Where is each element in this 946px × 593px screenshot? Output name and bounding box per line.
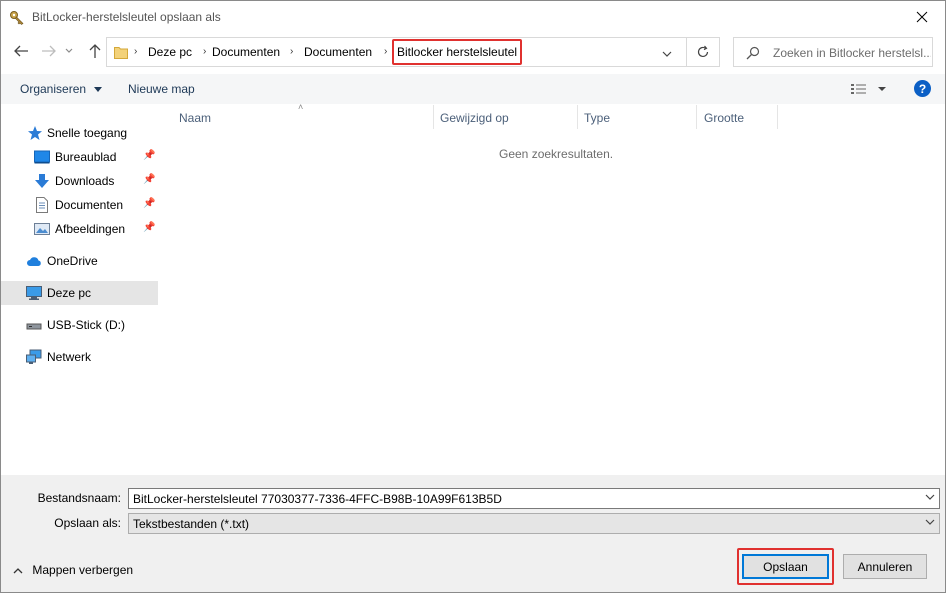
close-button[interactable] <box>899 1 945 32</box>
column-header-size[interactable]: Grootte <box>704 111 744 125</box>
organize-menu[interactable]: Organiseren <box>20 82 103 96</box>
save-button[interactable]: Opslaan <box>742 554 829 579</box>
close-icon <box>916 11 928 22</box>
arrow-up-icon <box>89 44 101 58</box>
sidebar-item-pictures[interactable]: Afbeeldingen 📌 <box>1 217 158 241</box>
computer-icon <box>26 286 42 300</box>
usb-drive-icon <box>26 323 42 330</box>
column-divider[interactable] <box>777 105 778 129</box>
breadcrumb-highlight-box <box>392 39 522 65</box>
sidebar-item-label: Bureaublad <box>55 150 117 164</box>
change-view-button[interactable] <box>850 82 890 99</box>
empty-results-message: Geen zoekresultaten. <box>499 147 614 161</box>
pin-icon: 📌 <box>143 174 156 185</box>
sidebar-item-label: Netwerk <box>47 350 92 364</box>
filename-label: Bestandsnaam: <box>37 491 121 505</box>
arrow-left-icon <box>14 45 28 57</box>
column-divider[interactable] <box>577 105 578 129</box>
sidebar-item-label: Documenten <box>55 198 124 212</box>
chevron-up-icon <box>13 568 23 574</box>
download-arrow-icon <box>35 174 49 188</box>
network-icon <box>26 349 42 364</box>
command-bar: Organiseren Nieuwe map ? <box>1 74 945 104</box>
refresh-button[interactable] <box>687 37 720 67</box>
save-as-type-select[interactable]: Tekstbestanden (*.txt) <box>128 513 940 534</box>
sidebar-item-documents[interactable]: Documenten 📌 <box>1 193 158 217</box>
column-header-modified[interactable]: Gewijzigd op <box>440 111 509 125</box>
column-header-name[interactable]: Naam <box>179 111 211 125</box>
chevron-down-icon[interactable] <box>925 494 935 501</box>
chevron-down-icon <box>662 51 672 57</box>
breadcrumb-separator: › <box>203 46 207 57</box>
save-options-panel: Bestandsnaam: BitLocker-herstelsleutel 7… <box>1 475 945 592</box>
sidebar-item-network[interactable]: Netwerk <box>1 345 158 369</box>
bitlocker-key-icon <box>10 11 24 25</box>
file-list: ˄ Naam Gewijzigd op Type Grootte Geen zo… <box>161 102 945 475</box>
sidebar-item-usb-stick[interactable]: USB-Stick (D:) <box>1 313 158 337</box>
forward-button[interactable] <box>39 41 59 61</box>
sort-ascending-icon: ˄ <box>298 102 304 112</box>
sidebar-item-label: Afbeeldingen <box>55 222 126 236</box>
navigation-pane: Snelle toegang Bureaublad 📌 Downloads 📌 … <box>1 105 161 475</box>
sidebar-item-this-pc[interactable]: Deze pc <box>1 281 158 305</box>
breadcrumb-separator: › <box>134 46 138 57</box>
address-bar[interactable]: › Deze pc › Documenten › Documenten › Bi… <box>106 37 687 67</box>
sidebar-item-label: Deze pc <box>47 286 92 300</box>
sidebar-item-label: Snelle toegang <box>47 126 128 140</box>
column-header-type[interactable]: Type <box>584 111 610 125</box>
pin-icon: 📌 <box>143 222 156 233</box>
window-title: BitLocker-herstelsleutel opslaan als <box>32 10 221 24</box>
filename-value: BitLocker-herstelsleutel 77030377-7336-4… <box>133 492 502 506</box>
chevron-down-icon <box>94 87 103 93</box>
document-icon <box>36 197 48 213</box>
navigation-bar: › Deze pc › Documenten › Documenten › Bi… <box>1 32 945 72</box>
cancel-button[interactable]: Annuleren <box>843 554 927 579</box>
breadcrumb-documenten[interactable]: Documenten <box>212 45 280 59</box>
new-folder-button[interactable]: Nieuwe map <box>128 82 195 96</box>
pictures-icon <box>34 223 50 235</box>
pin-icon: 📌 <box>143 198 156 209</box>
filename-field[interactable]: BitLocker-herstelsleutel 77030377-7336-4… <box>128 488 940 509</box>
sidebar-item-label: USB-Stick (D:) <box>47 318 125 332</box>
up-button[interactable] <box>85 41 105 61</box>
recent-locations-button[interactable] <box>63 41 75 61</box>
sidebar-item-downloads[interactable]: Downloads 📌 <box>1 169 158 193</box>
sidebar-item-label: Downloads <box>55 174 115 188</box>
folder-icon <box>114 47 128 59</box>
sidebar-item-quick-access[interactable]: Snelle toegang <box>1 121 158 145</box>
hide-folders-toggle[interactable]: Mappen verbergen <box>13 563 133 577</box>
address-history-dropdown[interactable] <box>662 47 672 61</box>
sidebar-item-onedrive[interactable]: OneDrive <box>1 249 158 273</box>
details-view-icon <box>851 84 886 94</box>
sidebar-item-label: OneDrive <box>47 254 98 268</box>
column-divider[interactable] <box>433 105 434 129</box>
star-icon <box>28 126 42 140</box>
column-divider[interactable] <box>696 105 697 129</box>
sidebar-item-desktop[interactable]: Bureaublad 📌 <box>1 145 158 169</box>
save-as-type-value: Tekstbestanden (*.txt) <box>133 517 250 531</box>
search-box[interactable]: Zoeken in Bitlocker herstelsl... <box>733 37 933 67</box>
breadcrumb-separator: › <box>290 46 294 57</box>
title-bar: BitLocker-herstelsleutel opslaan als <box>1 1 945 32</box>
desktop-icon <box>34 150 50 164</box>
search-icon <box>746 46 760 60</box>
save-as-dialog: BitLocker-herstelsleutel opslaan als › D… <box>0 0 946 593</box>
arrow-right-icon <box>42 45 56 57</box>
organize-label: Organiseren <box>20 82 87 96</box>
hide-folders-label: Mappen verbergen <box>32 563 134 577</box>
refresh-icon <box>697 45 709 58</box>
breadcrumb-separator: › <box>384 46 388 57</box>
chevron-down-icon <box>65 48 73 53</box>
chevron-down-icon <box>925 519 935 525</box>
pin-icon: 📌 <box>143 150 156 161</box>
back-button[interactable] <box>11 41 31 61</box>
save-as-type-label: Opslaan als: <box>54 516 121 530</box>
help-button[interactable]: ? <box>914 80 931 97</box>
breadcrumb-deze-pc[interactable]: Deze pc <box>148 45 192 59</box>
search-input[interactable]: Zoeken in Bitlocker herstelsl... <box>773 46 931 60</box>
breadcrumb-documenten-sub[interactable]: Documenten <box>304 45 372 59</box>
cloud-icon <box>27 257 41 266</box>
